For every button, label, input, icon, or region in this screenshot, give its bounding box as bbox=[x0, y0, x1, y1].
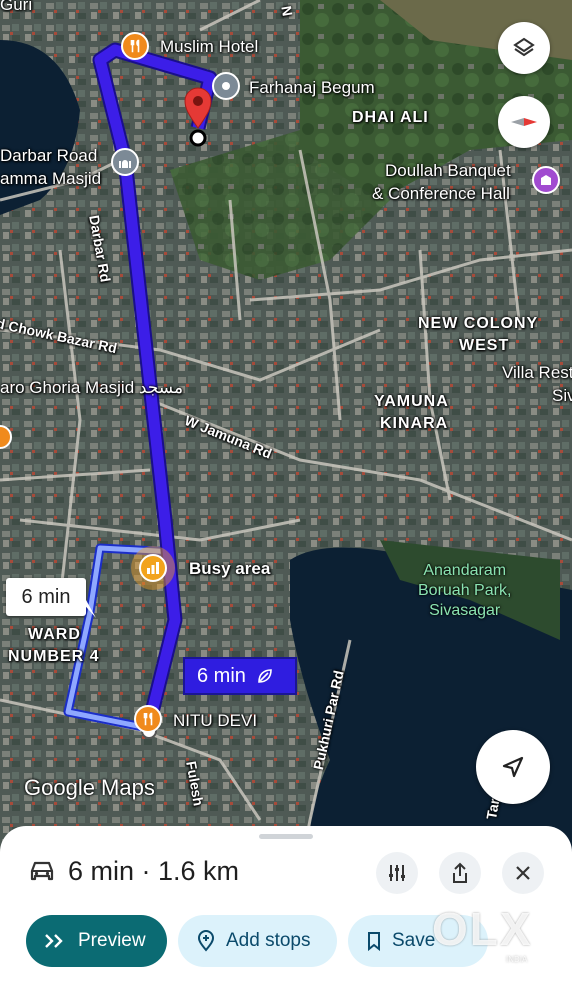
destination-dot bbox=[189, 129, 207, 147]
park-line2: Boruah Park, bbox=[418, 582, 512, 599]
drag-handle[interactable] bbox=[259, 834, 313, 839]
restaurant-icon bbox=[130, 39, 140, 53]
car-icon bbox=[30, 861, 54, 881]
alt-route-time: 6 min bbox=[21, 585, 71, 608]
park-line3: Sivasagar bbox=[429, 602, 501, 619]
share-button[interactable] bbox=[439, 852, 481, 894]
close-icon bbox=[516, 866, 530, 880]
masjid-marker[interactable] bbox=[111, 148, 139, 176]
label-west: WEST bbox=[459, 337, 510, 354]
label-villa-rest[interactable]: Villa Rest bbox=[502, 364, 572, 381]
layers-icon bbox=[513, 37, 535, 57]
add-stops-label: Add stops bbox=[226, 930, 311, 951]
label-jamma-masjid[interactable]: amma Masjid bbox=[0, 170, 101, 187]
label-darbar-road[interactable]: Darbar Road bbox=[0, 147, 97, 164]
busy-bars-icon bbox=[147, 562, 159, 574]
add-location-icon bbox=[197, 930, 215, 952]
label-ghoria-masjid[interactable]: aro Ghoria Masjid مسجد bbox=[0, 379, 183, 396]
preview-label: Preview bbox=[78, 930, 146, 951]
label-yamuna: YAMUNA bbox=[374, 393, 449, 410]
label-conference-hall[interactable]: & Conference Hall bbox=[372, 185, 510, 202]
primary-route-time: 6 min bbox=[197, 664, 246, 687]
nitu-devi-marker[interactable] bbox=[134, 705, 162, 733]
label-kinara: KINARA bbox=[380, 415, 449, 432]
farhanaj-begum-marker[interactable] bbox=[212, 72, 240, 100]
primary-route-time-chip[interactable]: 6 min bbox=[183, 657, 297, 695]
restaurant-icon bbox=[143, 712, 153, 726]
my-location-button[interactable] bbox=[476, 730, 550, 804]
label-park[interactable]: Anandaram Boruah Park, Sivasagar bbox=[418, 561, 511, 621]
compass-button[interactable] bbox=[498, 96, 550, 148]
olx-watermark: OLX INDIA bbox=[432, 903, 533, 964]
alt-route-time-chip[interactable]: 6 min bbox=[6, 578, 86, 616]
save-label: Save bbox=[392, 930, 436, 951]
alt-chip-pointer bbox=[80, 600, 96, 618]
label-siv-cut: Siv bbox=[552, 386, 572, 405]
label-muslim-hotel[interactable]: Muslim Hotel bbox=[160, 38, 258, 55]
sliders-icon bbox=[389, 865, 405, 881]
hall-icon bbox=[541, 175, 551, 185]
add-stops-button[interactable]: Add stops bbox=[178, 915, 337, 967]
label-nitu-devi[interactable]: NITU DEVI bbox=[173, 712, 257, 729]
olx-watermark-sub: INDIA bbox=[506, 955, 528, 964]
close-button[interactable] bbox=[502, 852, 544, 894]
label-busy-area[interactable]: Busy area bbox=[189, 560, 270, 577]
muslim-hotel-marker[interactable] bbox=[121, 32, 149, 60]
banquet-marker[interactable] bbox=[532, 166, 560, 194]
olx-watermark-text: OLX bbox=[432, 903, 533, 955]
navigation-arrow-icon bbox=[502, 756, 524, 778]
trip-summary: 6 min · 1.6 km bbox=[68, 856, 240, 886]
compass-icon bbox=[511, 118, 537, 126]
label-new-colony: NEW COLONY bbox=[418, 315, 539, 332]
share-icon bbox=[453, 862, 467, 883]
google-maps-logo: Google Maps bbox=[24, 775, 155, 800]
label-farhanaj-begum[interactable]: Farhanaj Begum bbox=[249, 79, 375, 96]
preview-button[interactable]: Preview bbox=[26, 915, 167, 967]
label-number-4: NUMBER 4 bbox=[8, 648, 100, 665]
location-dot-icon bbox=[222, 82, 230, 90]
layers-button[interactable] bbox=[498, 22, 550, 74]
busy-area-marker[interactable] bbox=[131, 546, 175, 590]
label-ward: WARD bbox=[28, 626, 81, 643]
double-chevron-icon bbox=[45, 934, 63, 948]
mosque-icon bbox=[119, 160, 131, 168]
park-line1: Anandaram bbox=[423, 562, 507, 579]
label-top-cut: Guri bbox=[0, 0, 33, 14]
bookmark-icon bbox=[368, 932, 380, 951]
route-options-button[interactable] bbox=[376, 852, 418, 894]
label-dhai-ali: DHAI ALI bbox=[352, 109, 429, 126]
label-doullah-banquet[interactable]: Doullah Banquet bbox=[385, 162, 511, 179]
eco-leaf-icon bbox=[258, 669, 272, 683]
